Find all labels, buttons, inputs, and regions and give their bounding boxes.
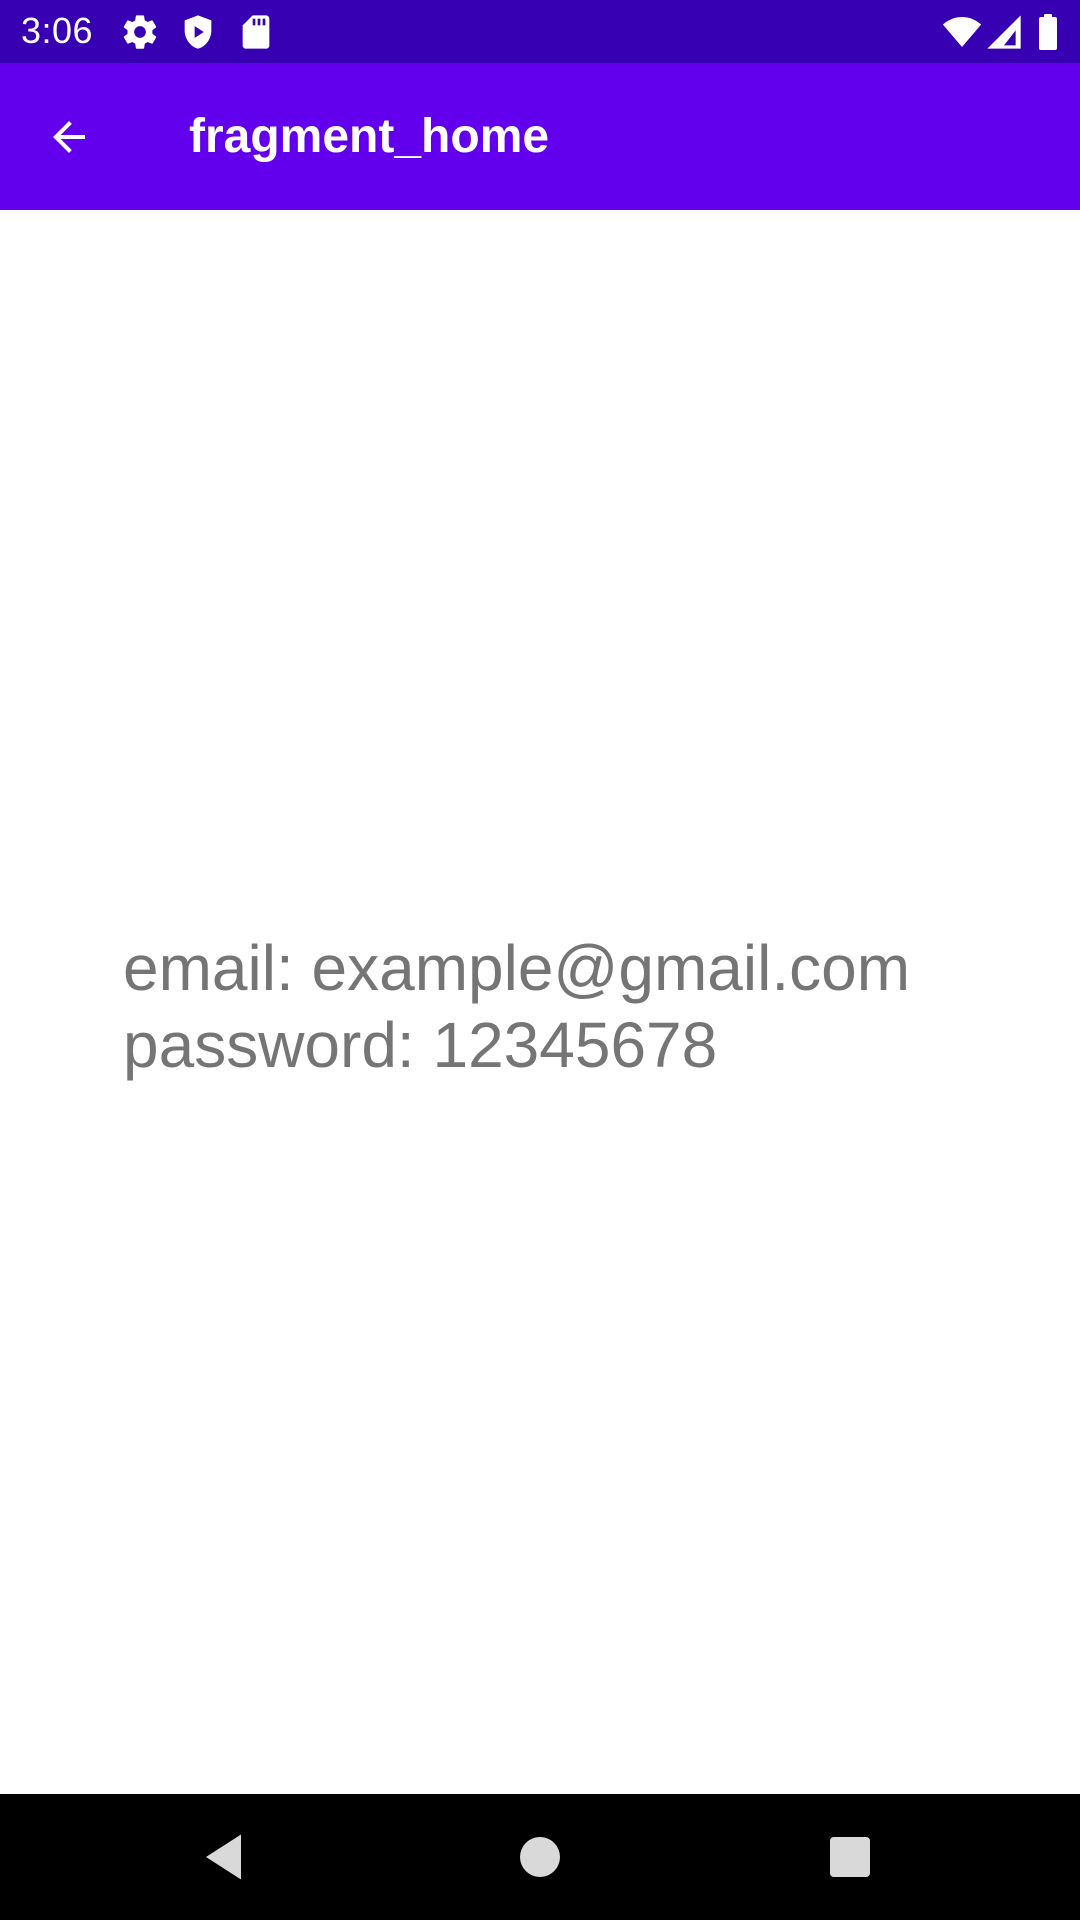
navigation-bar — [0, 1794, 1080, 1920]
nav-recents-button[interactable] — [820, 1827, 880, 1887]
nav-back-button[interactable] — [196, 1827, 256, 1887]
battery-icon — [1030, 12, 1066, 52]
password-text: password: 12345678 — [123, 1009, 718, 1081]
nav-home-button[interactable] — [510, 1827, 570, 1887]
shield-play-icon — [178, 12, 218, 52]
page-title: fragment_home — [189, 110, 550, 163]
back-triangle-icon — [206, 1834, 241, 1880]
wifi-icon — [942, 12, 982, 52]
status-bar: 3:06 — [0, 0, 1080, 63]
main-content: email: example@gmail.com password: 12345… — [0, 210, 1080, 1794]
gear-icon — [120, 12, 160, 52]
status-time: 3:06 — [21, 10, 94, 51]
back-button[interactable] — [36, 104, 102, 170]
home-circle-icon — [520, 1837, 560, 1877]
arrow-back-icon — [53, 121, 85, 153]
email-text: email: example@gmail.com — [123, 932, 910, 1004]
cellular-signal-icon — [984, 12, 1024, 52]
credentials-text: email: example@gmail.com password: 12345… — [123, 930, 1003, 1084]
recents-square-icon — [830, 1837, 870, 1877]
app-bar: fragment_home — [0, 63, 1080, 210]
sd-card-icon — [236, 12, 276, 52]
